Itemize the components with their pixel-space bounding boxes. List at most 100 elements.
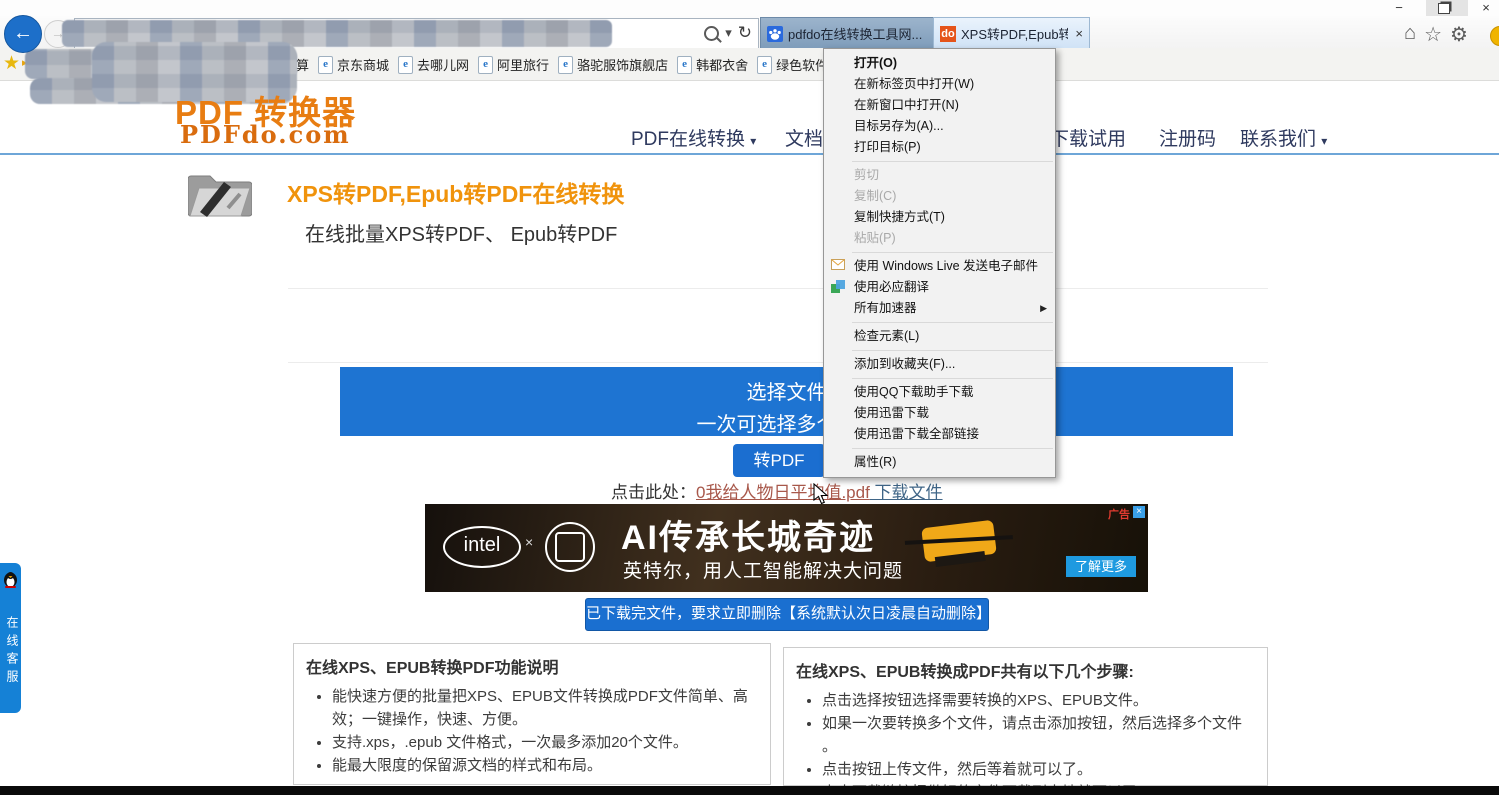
title-bar: [0, 0, 1499, 16]
site-logo-domain[interactable]: PDFdo.com: [180, 120, 351, 149]
tab-label: pdfdo在线转换工具网...: [788, 24, 922, 43]
menu-item-inspect-element[interactable]: 检查元素(L): [824, 326, 1055, 347]
favorites-item[interactable]: e绿色软件: [757, 55, 828, 74]
menu-item-save-target-as[interactable]: 目标另存为(A)...: [824, 116, 1055, 137]
nav-download-trial[interactable]: 下载试用: [1050, 124, 1126, 151]
back-button[interactable]: ←: [4, 15, 42, 53]
tab-close-icon[interactable]: ×: [1075, 26, 1083, 41]
menu-item-copy-shortcut[interactable]: 复制快捷方式(T): [824, 207, 1055, 228]
converter-folder-icon: [188, 168, 252, 218]
menu-item-cut: 剪切: [824, 165, 1055, 186]
menu-item-properties[interactable]: 属性(R): [824, 452, 1055, 473]
tab-pdfdo-home[interactable]: pdfdo在线转换工具网...: [760, 17, 946, 50]
gear-icon[interactable]: ⚙: [1450, 22, 1468, 47]
features-item: 支持.xps，.epub 文件格式，一次最多添加20个文件。: [332, 731, 758, 754]
browser-window: − × → ← ▾ ↻ pdfdo在线转换工具网... do XPS转PDF,E…: [0, 0, 1499, 795]
restore-button[interactable]: [1438, 3, 1450, 14]
submenu-arrow-icon: ▶: [1040, 298, 1047, 319]
menu-item-bing-translate[interactable]: 使用必应翻译: [824, 277, 1055, 298]
favorites-item[interactable]: e京东商城: [318, 55, 389, 74]
favorites-item-label: 骆驼服饰旗舰店: [577, 55, 668, 74]
menu-item-open-new-tab[interactable]: 在新标签页中打开(W): [824, 74, 1055, 95]
steps-item: 点击按钮上传文件，然后等着就可以了。: [822, 758, 1255, 781]
ie-page-icon: e: [677, 56, 692, 74]
ie-page-icon: e: [757, 56, 772, 74]
menu-separator: [852, 252, 1053, 253]
favorites-item-label: 阿里旅行: [497, 55, 549, 74]
menu-item-paste: 粘贴(P): [824, 228, 1055, 249]
steps-box: 在线XPS、EPUB转换成PDF共有以下几个步骤: 点击选择按钮选择需要转换的X…: [783, 647, 1268, 786]
ad-subline: 英特尔，用人工智能解决大问题: [623, 556, 903, 583]
ad-close-icon[interactable]: ×: [1133, 506, 1145, 518]
menu-item-all-accelerators[interactable]: 所有加速器 ▶: [824, 298, 1055, 319]
tab-label: XPS转PDF,Epub转...: [961, 24, 1068, 43]
ad-tag-label: 广告: [1108, 506, 1130, 522]
qq-penguin-icon: [3, 571, 18, 588]
page-subtitle: 在线批量XPS转PDF、 Epub转PDF: [305, 218, 617, 247]
download-file-suffix-link[interactable]: 下载文件: [870, 483, 943, 502]
features-list: 能快速方便的批量把XPS、EPUB文件转换成PDF文件简单、高效；一键操作，快速…: [306, 685, 758, 777]
baidu-paw-icon: [767, 26, 783, 42]
features-title: 在线XPS、EPUB转换PDF功能说明: [306, 654, 758, 678]
delete-notice-banner[interactable]: 已下载完文件，要求立即删除【系统默认次日凌晨自动删除】: [585, 598, 989, 631]
chevron-down-icon[interactable]: ▾: [725, 25, 732, 41]
address-bar-controls: ▾ ↻: [700, 21, 756, 45]
select-file-label: 选择文件: [340, 376, 1233, 405]
section-divider: [288, 288, 1268, 289]
nav-pdf-online-convert[interactable]: PDF在线转换 ▾: [631, 124, 756, 151]
refresh-icon[interactable]: ↻: [738, 23, 752, 43]
header-divider: [0, 153, 1499, 155]
nav-contact-us[interactable]: 联系我们 ▾: [1240, 124, 1327, 151]
menu-item-windows-live-email[interactable]: 使用 Windows Live 发送电子邮件: [824, 256, 1055, 277]
download-file-link[interactable]: 0我给人物日平均值.pdf: [696, 483, 870, 502]
chevron-down-icon: ▾: [1321, 134, 1327, 148]
menu-item-copy: 复制(C): [824, 186, 1055, 207]
menu-item-label: 使用必应翻译: [854, 280, 929, 294]
menu-item-label: 所有加速器: [854, 301, 917, 315]
qq-service-label: 在线客服: [0, 597, 21, 707]
pdfdo-favicon: do: [940, 26, 956, 42]
favorites-item[interactable]: e阿里旅行: [478, 55, 549, 74]
nav-register-code[interactable]: 注册码: [1159, 124, 1216, 151]
search-icon[interactable]: [704, 26, 719, 41]
ad-banner[interactable]: intel × AI传承长城奇迹 英特尔，用人工智能解决大问题 了解更多 广告 …: [425, 504, 1148, 592]
screen-bottom-edge: [0, 786, 1499, 795]
context-menu: 打开(O) 在新标签页中打开(W) 在新窗口中打开(N) 目标另存为(A)...…: [823, 48, 1056, 478]
favorites-item[interactable]: e韩都衣舍: [677, 55, 748, 74]
qq-service-tab[interactable]: 在线客服: [0, 563, 21, 713]
menu-item-open[interactable]: 打开(O): [824, 53, 1055, 74]
menu-item-thunder-download[interactable]: 使用迅雷下载: [824, 403, 1055, 424]
menu-separator: [852, 378, 1053, 379]
minimize-button[interactable]: −: [1386, 1, 1412, 15]
ad-learn-more-button[interactable]: 了解更多: [1066, 556, 1136, 577]
menu-item-print-target[interactable]: 打印目标(P): [824, 137, 1055, 158]
favorites-item-label: 去哪儿网: [417, 55, 469, 74]
favorites-star-icon[interactable]: ☆: [1424, 22, 1442, 47]
tab-xps-epub-convert[interactable]: do XPS转PDF,Epub转... ×: [933, 17, 1090, 50]
select-file-button[interactable]: 选择文件 一次可选择多个文件: [340, 367, 1233, 436]
add-favorite-star-icon[interactable]: ★: [3, 52, 20, 75]
ie-page-icon: e: [398, 56, 413, 74]
favorites-items: 算 e京东商城 e去哪儿网 e阿里旅行 e骆驼服饰旗舰店 e韩都衣舍 e绿色软件…: [296, 50, 852, 79]
favorites-item[interactable]: e去哪儿网: [398, 55, 469, 74]
steps-item: 如果一次要转换多个文件，请点击添加按钮，然后选择多个文件 。: [822, 712, 1255, 758]
favorites-item[interactable]: e骆驼服饰旗舰店: [558, 55, 668, 74]
favorites-item-partial[interactable]: 算: [296, 55, 309, 74]
section-divider: [288, 362, 1268, 363]
nav-label: 注册码: [1159, 129, 1216, 150]
menu-item-label: 使用 Windows Live 发送电子邮件: [854, 259, 1038, 273]
close-button[interactable]: ×: [1473, 1, 1499, 15]
menu-item-open-new-window[interactable]: 在新窗口中打开(N): [824, 95, 1055, 116]
favorites-item-label: 韩都衣舍: [696, 55, 748, 74]
menu-item-qq-download[interactable]: 使用QQ下载助手下载: [824, 382, 1055, 403]
select-multiple-label: 一次可选择多个文件: [340, 408, 1233, 437]
menu-separator: [852, 448, 1053, 449]
ie-page-icon: e: [558, 56, 573, 74]
home-icon[interactable]: ⌂: [1404, 22, 1416, 47]
nav-label: 联系我们: [1240, 129, 1316, 150]
convert-to-pdf-button[interactable]: 转PDF: [733, 444, 825, 477]
page-title: XPS转PDF,Epub转PDF在线转换: [287, 175, 624, 209]
features-item: 能最大限度的保留源文档的样式和布局。: [332, 754, 758, 777]
menu-item-thunder-download-all[interactable]: 使用迅雷下载全部链接: [824, 424, 1055, 445]
menu-item-add-to-favorites[interactable]: 添加到收藏夹(F)...: [824, 354, 1055, 375]
